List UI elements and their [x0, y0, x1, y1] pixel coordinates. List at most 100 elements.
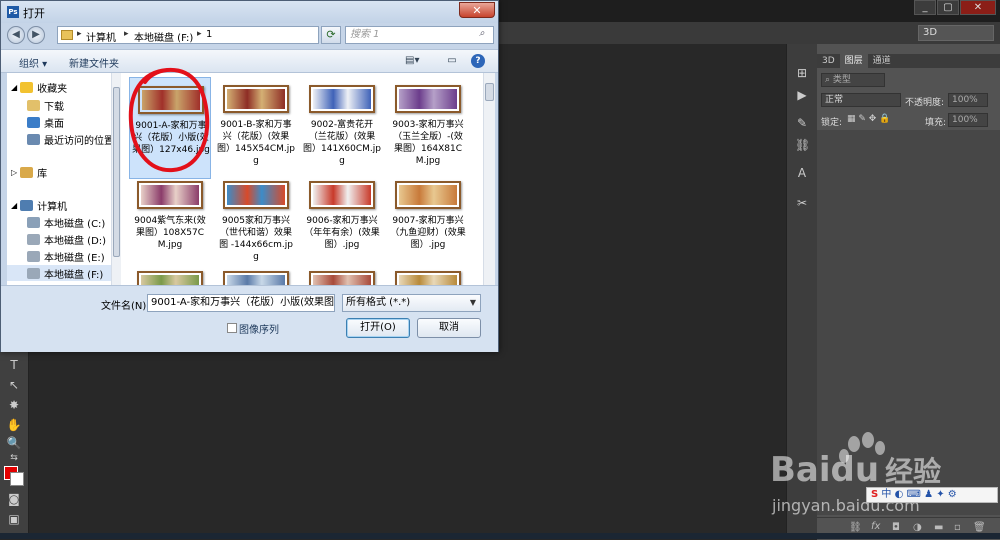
- ime-toolbar[interactable]: S 中 ◐ ⌨ ♟ ✦ ⚙: [866, 487, 998, 503]
- file-list-scroll-thumb[interactable]: [485, 83, 494, 101]
- nav-drive-f[interactable]: 本地磁盘 (F:): [7, 265, 112, 281]
- image-sequence-label[interactable]: 图像序列: [239, 321, 279, 336]
- file-type-select[interactable]: 所有格式 (*.*) ▼: [342, 294, 481, 312]
- character-icon[interactable]: A: [795, 166, 809, 180]
- file-thumbnail: [137, 271, 203, 285]
- hand-tool-icon[interactable]: ✋: [5, 417, 23, 433]
- search-input[interactable]: 搜索 1 ⌕: [345, 26, 494, 44]
- organize-button[interactable]: 组织 ▾: [19, 55, 47, 70]
- file-item[interactable]: [129, 263, 211, 285]
- cancel-button[interactable]: 取消: [417, 318, 481, 338]
- new-layer-icon[interactable]: ▫: [954, 522, 961, 533]
- forward-button[interactable]: ▶: [27, 26, 45, 44]
- file-item[interactable]: [215, 263, 297, 285]
- nav-favorites[interactable]: ◢ 收藏夹: [11, 79, 67, 95]
- file-type-value: 所有格式 (*.*): [346, 297, 411, 308]
- file-item[interactable]: 9006-家和万事兴（年年有余）(效果图）.jpg: [301, 173, 383, 275]
- nav-drive-d[interactable]: 本地磁盘 (D:): [27, 231, 106, 247]
- library-icon: [20, 166, 34, 178]
- nav-recent[interactable]: 最近访问的位置: [27, 131, 114, 147]
- file-item[interactable]: [301, 263, 383, 285]
- workspace-select[interactable]: 3D: [918, 25, 994, 41]
- swap-colors-icon[interactable]: ⇆: [5, 450, 23, 466]
- quick-mask-icon[interactable]: ◙: [5, 491, 23, 507]
- file-item[interactable]: 9007-家和万事兴（九鱼迎财）(效果图）.jpg: [387, 173, 469, 275]
- nav-scroll-thumb[interactable]: [113, 87, 120, 257]
- breadcrumb-separator-icon[interactable]: ▸: [124, 29, 129, 39]
- fill-field[interactable]: 100%: [948, 113, 988, 127]
- computer-icon: [20, 199, 34, 211]
- open-file-dialog: Ps 打开 ✕ ◀ ▶ ▸ 计算机 ▸ 本地磁盘 (F:) ▸ 1 ▾ ⟳ 搜索…: [0, 0, 499, 352]
- file-item[interactable]: 9002-富贵花开（兰花版）(效果图）141X60CM.jpg: [301, 77, 383, 179]
- help-icon[interactable]: ?: [471, 54, 485, 68]
- folder-icon: [61, 30, 73, 40]
- back-button[interactable]: ◀: [7, 26, 25, 44]
- fx-icon[interactable]: fx: [871, 521, 880, 532]
- filename-input[interactable]: 9001-A-家和万事兴（花版）小版(效果图）1: [147, 294, 335, 312]
- tab-3d[interactable]: 3D: [817, 54, 840, 68]
- file-item[interactable]: 9004紫气东来(效果图）108X57CM.jpg: [129, 173, 211, 275]
- file-item[interactable]: 9001-B-家和万事兴（花版）(效果图）145X54CM.jpg: [215, 77, 297, 179]
- nav-computer[interactable]: ◢ 计算机: [11, 197, 67, 213]
- preview-pane-icon[interactable]: ▭: [445, 55, 459, 67]
- nav-library[interactable]: ▷ 库: [11, 164, 47, 180]
- link-icon[interactable]: ⛓: [849, 522, 862, 533]
- navigation-pane: ◢ 收藏夹 下载 桌面 最近访问的位置 ▷ 库 ◢ 计算机 本地磁盘 (C:) 本地磁…: [7, 73, 120, 285]
- drive-icon: [27, 216, 40, 228]
- breadcrumb-separator-icon[interactable]: ▸: [77, 29, 82, 39]
- file-name: 9007-家和万事兴（九鱼迎财）(效果图）.jpg: [390, 216, 466, 250]
- open-button[interactable]: 打开(O): [346, 318, 410, 338]
- blend-mode-select[interactable]: 正常: [821, 93, 901, 107]
- dialog-footer: 文件名(N): 9001-A-家和万事兴（花版）小版(效果图）1 所有格式 (*…: [1, 285, 498, 352]
- filter-row: ⌕ 类型: [817, 70, 1000, 90]
- path-select-tool-icon[interactable]: ↖: [5, 377, 23, 393]
- brush-icon[interactable]: ✎: [795, 116, 809, 130]
- actions-play-icon[interactable]: ▶: [795, 88, 809, 102]
- view-options-icon[interactable]: ▤▾: [405, 55, 419, 67]
- opacity-field[interactable]: 100%: [948, 93, 988, 107]
- breadcrumb-folder-1[interactable]: 1: [206, 29, 212, 40]
- clone-source-icon[interactable]: ⛓: [795, 138, 810, 152]
- tools-icon[interactable]: ✂: [795, 196, 809, 210]
- tab-layers[interactable]: 图层: [839, 54, 868, 68]
- mask-icon[interactable]: ◘: [892, 522, 900, 533]
- maximize-button[interactable]: ▢: [937, 0, 959, 15]
- new-folder-button[interactable]: 新建文件夹: [69, 55, 119, 70]
- background-color-swatch[interactable]: [10, 472, 24, 486]
- file-item[interactable]: [387, 263, 469, 285]
- nav-drive-e[interactable]: 本地磁盘 (E:): [27, 248, 105, 264]
- layer-kind-filter[interactable]: ⌕ 类型: [821, 73, 885, 87]
- breadcrumb-separator-icon[interactable]: ▸: [197, 29, 202, 39]
- adjustment-icon[interactable]: ◑: [913, 522, 922, 533]
- nav-scrollbar[interactable]: [111, 73, 121, 285]
- star-icon: [20, 81, 34, 93]
- breadcrumb-computer[interactable]: 计算机: [86, 29, 116, 44]
- lock-row: 锁定: ▦ ✎ ✥ 🔒 填充: 100%: [817, 110, 1000, 130]
- custom-shape-tool-icon[interactable]: ✸: [5, 397, 23, 413]
- image-sequence-checkbox[interactable]: [227, 323, 237, 333]
- opacity-label: 不透明度:: [905, 98, 945, 108]
- dialog-close-button[interactable]: ✕: [459, 2, 495, 18]
- trash-icon[interactable]: 🗑: [973, 522, 986, 533]
- command-bar: 组织 ▾ 新建文件夹 ▤▾ ▭ ?: [1, 49, 498, 73]
- tab-channels[interactable]: 通道: [868, 54, 896, 68]
- screen-mode-icon[interactable]: ▣: [5, 511, 23, 527]
- file-name: 9003-家和万事兴（玉兰全版）-(效果图）164X81CM.jpg: [392, 120, 464, 166]
- breadcrumb-drive-f[interactable]: 本地磁盘 (F:): [134, 29, 193, 44]
- folder-icon[interactable]: ▬: [934, 522, 943, 533]
- type-tool-icon[interactable]: T: [5, 357, 23, 373]
- refresh-button[interactable]: ⟳: [321, 26, 341, 44]
- address-bar[interactable]: ▸ 计算机 ▸ 本地磁盘 (F:) ▸ 1 ▾: [57, 26, 364, 44]
- file-list-scrollbar[interactable]: [483, 73, 495, 285]
- minimize-button[interactable]: _: [914, 0, 936, 15]
- zoom-tool-icon[interactable]: 🔍: [5, 435, 23, 451]
- nav-drive-c[interactable]: 本地磁盘 (C:): [27, 214, 105, 230]
- nav-downloads[interactable]: 下载: [27, 97, 64, 113]
- red-annotation-circle: [128, 67, 210, 173]
- lock-icons[interactable]: ▦ ✎ ✥ 🔒: [847, 114, 890, 124]
- history-icon[interactable]: ⊞: [795, 66, 809, 80]
- file-item[interactable]: 9003-家和万事兴（玉兰全版）-(效果图）164X81CM.jpg: [387, 77, 469, 179]
- file-item[interactable]: 9005家和万事兴（世代和谐）效果图 -144x66cm.jpg: [215, 173, 297, 275]
- nav-desktop[interactable]: 桌面: [27, 114, 64, 130]
- close-button[interactable]: ✕: [960, 0, 996, 15]
